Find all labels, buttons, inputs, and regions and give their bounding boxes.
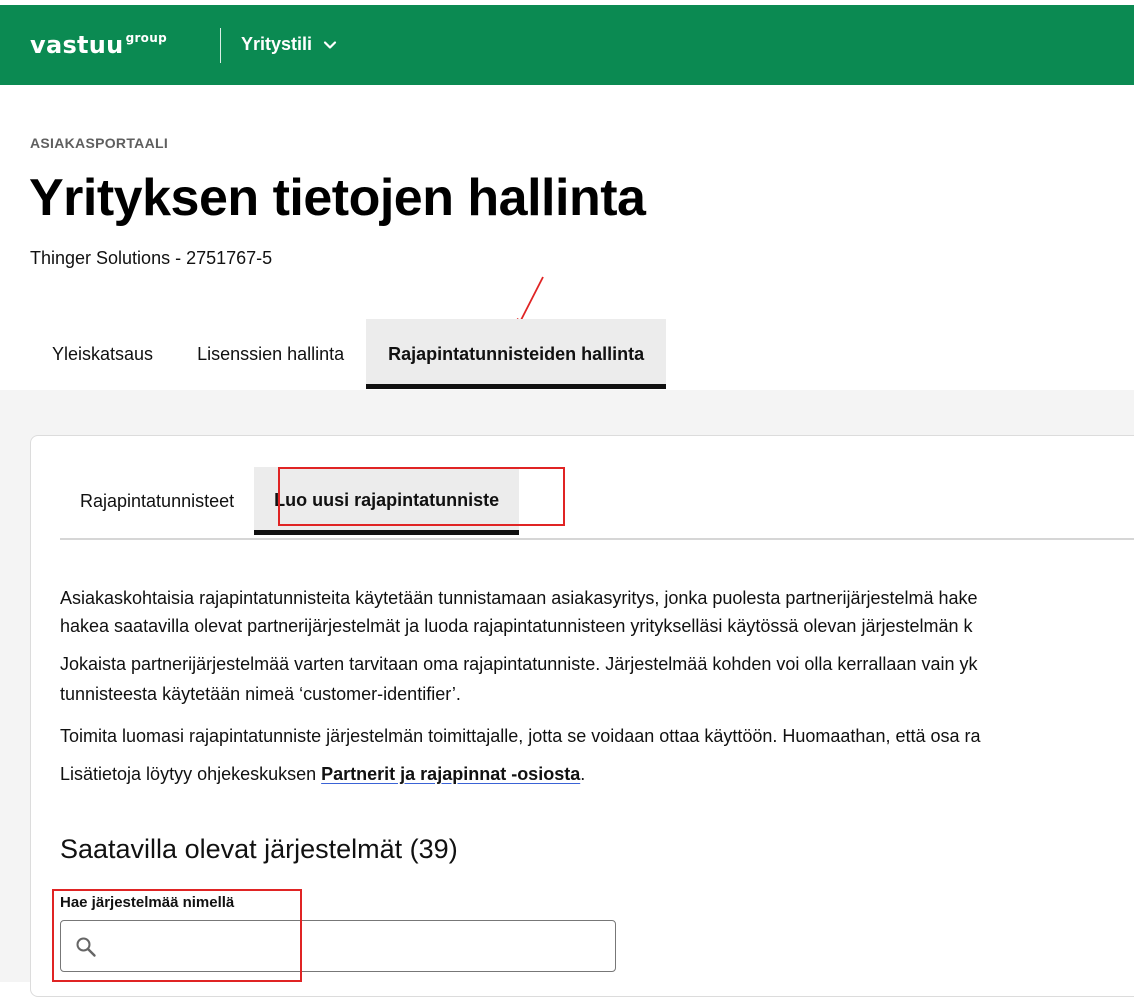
info-paragraph-line-1: Jokaista partnerijärjestelmää varten tar…: [60, 654, 978, 674]
company-account-menu[interactable]: Yritystili: [241, 34, 338, 55]
intro-paragraph-line-2: hakea saatavilla olevat partnerijärjeste…: [60, 616, 973, 636]
help-center-link[interactable]: Partnerit ja rajapinnat -osiosta: [321, 764, 580, 784]
tab-overview[interactable]: Yleiskatsaus: [30, 319, 175, 389]
more-info-paragraph: Lisätietoja löytyy ohjekeskuksen Partner…: [60, 764, 586, 784]
header-divider: [220, 28, 221, 63]
top-header: vastuu group Yritystili: [0, 5, 1134, 85]
portal-eyebrow: ASIAKASPORTAALI: [30, 135, 169, 151]
subtab-api-identifiers[interactable]: Rajapintatunnisteet: [60, 467, 254, 535]
company-name-id: Thinger Solutions - 2751767-5: [30, 248, 273, 268]
main-tabs: Yleiskatsaus Lisenssien hallinta Rajapin…: [30, 319, 667, 389]
search-icon: [76, 937, 96, 957]
info-paragraph-line-2: tunnisteesta käytetään nimeä ‘customer-i…: [60, 684, 461, 704]
tab-api-identifier-management[interactable]: Rajapintatunnisteiden hallinta: [366, 319, 667, 389]
subtab-create-api-identifier[interactable]: Luo uusi rajapintatunniste: [254, 467, 520, 535]
search-label: Hae järjestelmää nimellä: [60, 894, 235, 911]
page-title: Yrityksen tietojen hallinta: [29, 169, 646, 227]
intro-paragraph-line-1: Asiakaskohtaisia rajapintatunnisteita kä…: [60, 588, 978, 608]
system-search-field[interactable]: [60, 920, 616, 972]
system-search-input[interactable]: [109, 931, 603, 963]
subtab-divider: [60, 538, 1134, 540]
sub-tabs: Rajapintatunnisteet Luo uusi rajapintatu…: [60, 467, 520, 535]
chevron-down-icon: [323, 40, 337, 49]
company-account-label: Yritystili: [241, 34, 313, 54]
tab-license-management[interactable]: Lisenssien hallinta: [175, 319, 366, 389]
available-systems-title: Saatavilla olevat järjestelmät (39): [60, 834, 458, 864]
delivery-paragraph: Toimita luomasi rajapintatunniste järjes…: [60, 726, 981, 746]
vastuu-logo[interactable]: vastuu group: [30, 31, 167, 59]
